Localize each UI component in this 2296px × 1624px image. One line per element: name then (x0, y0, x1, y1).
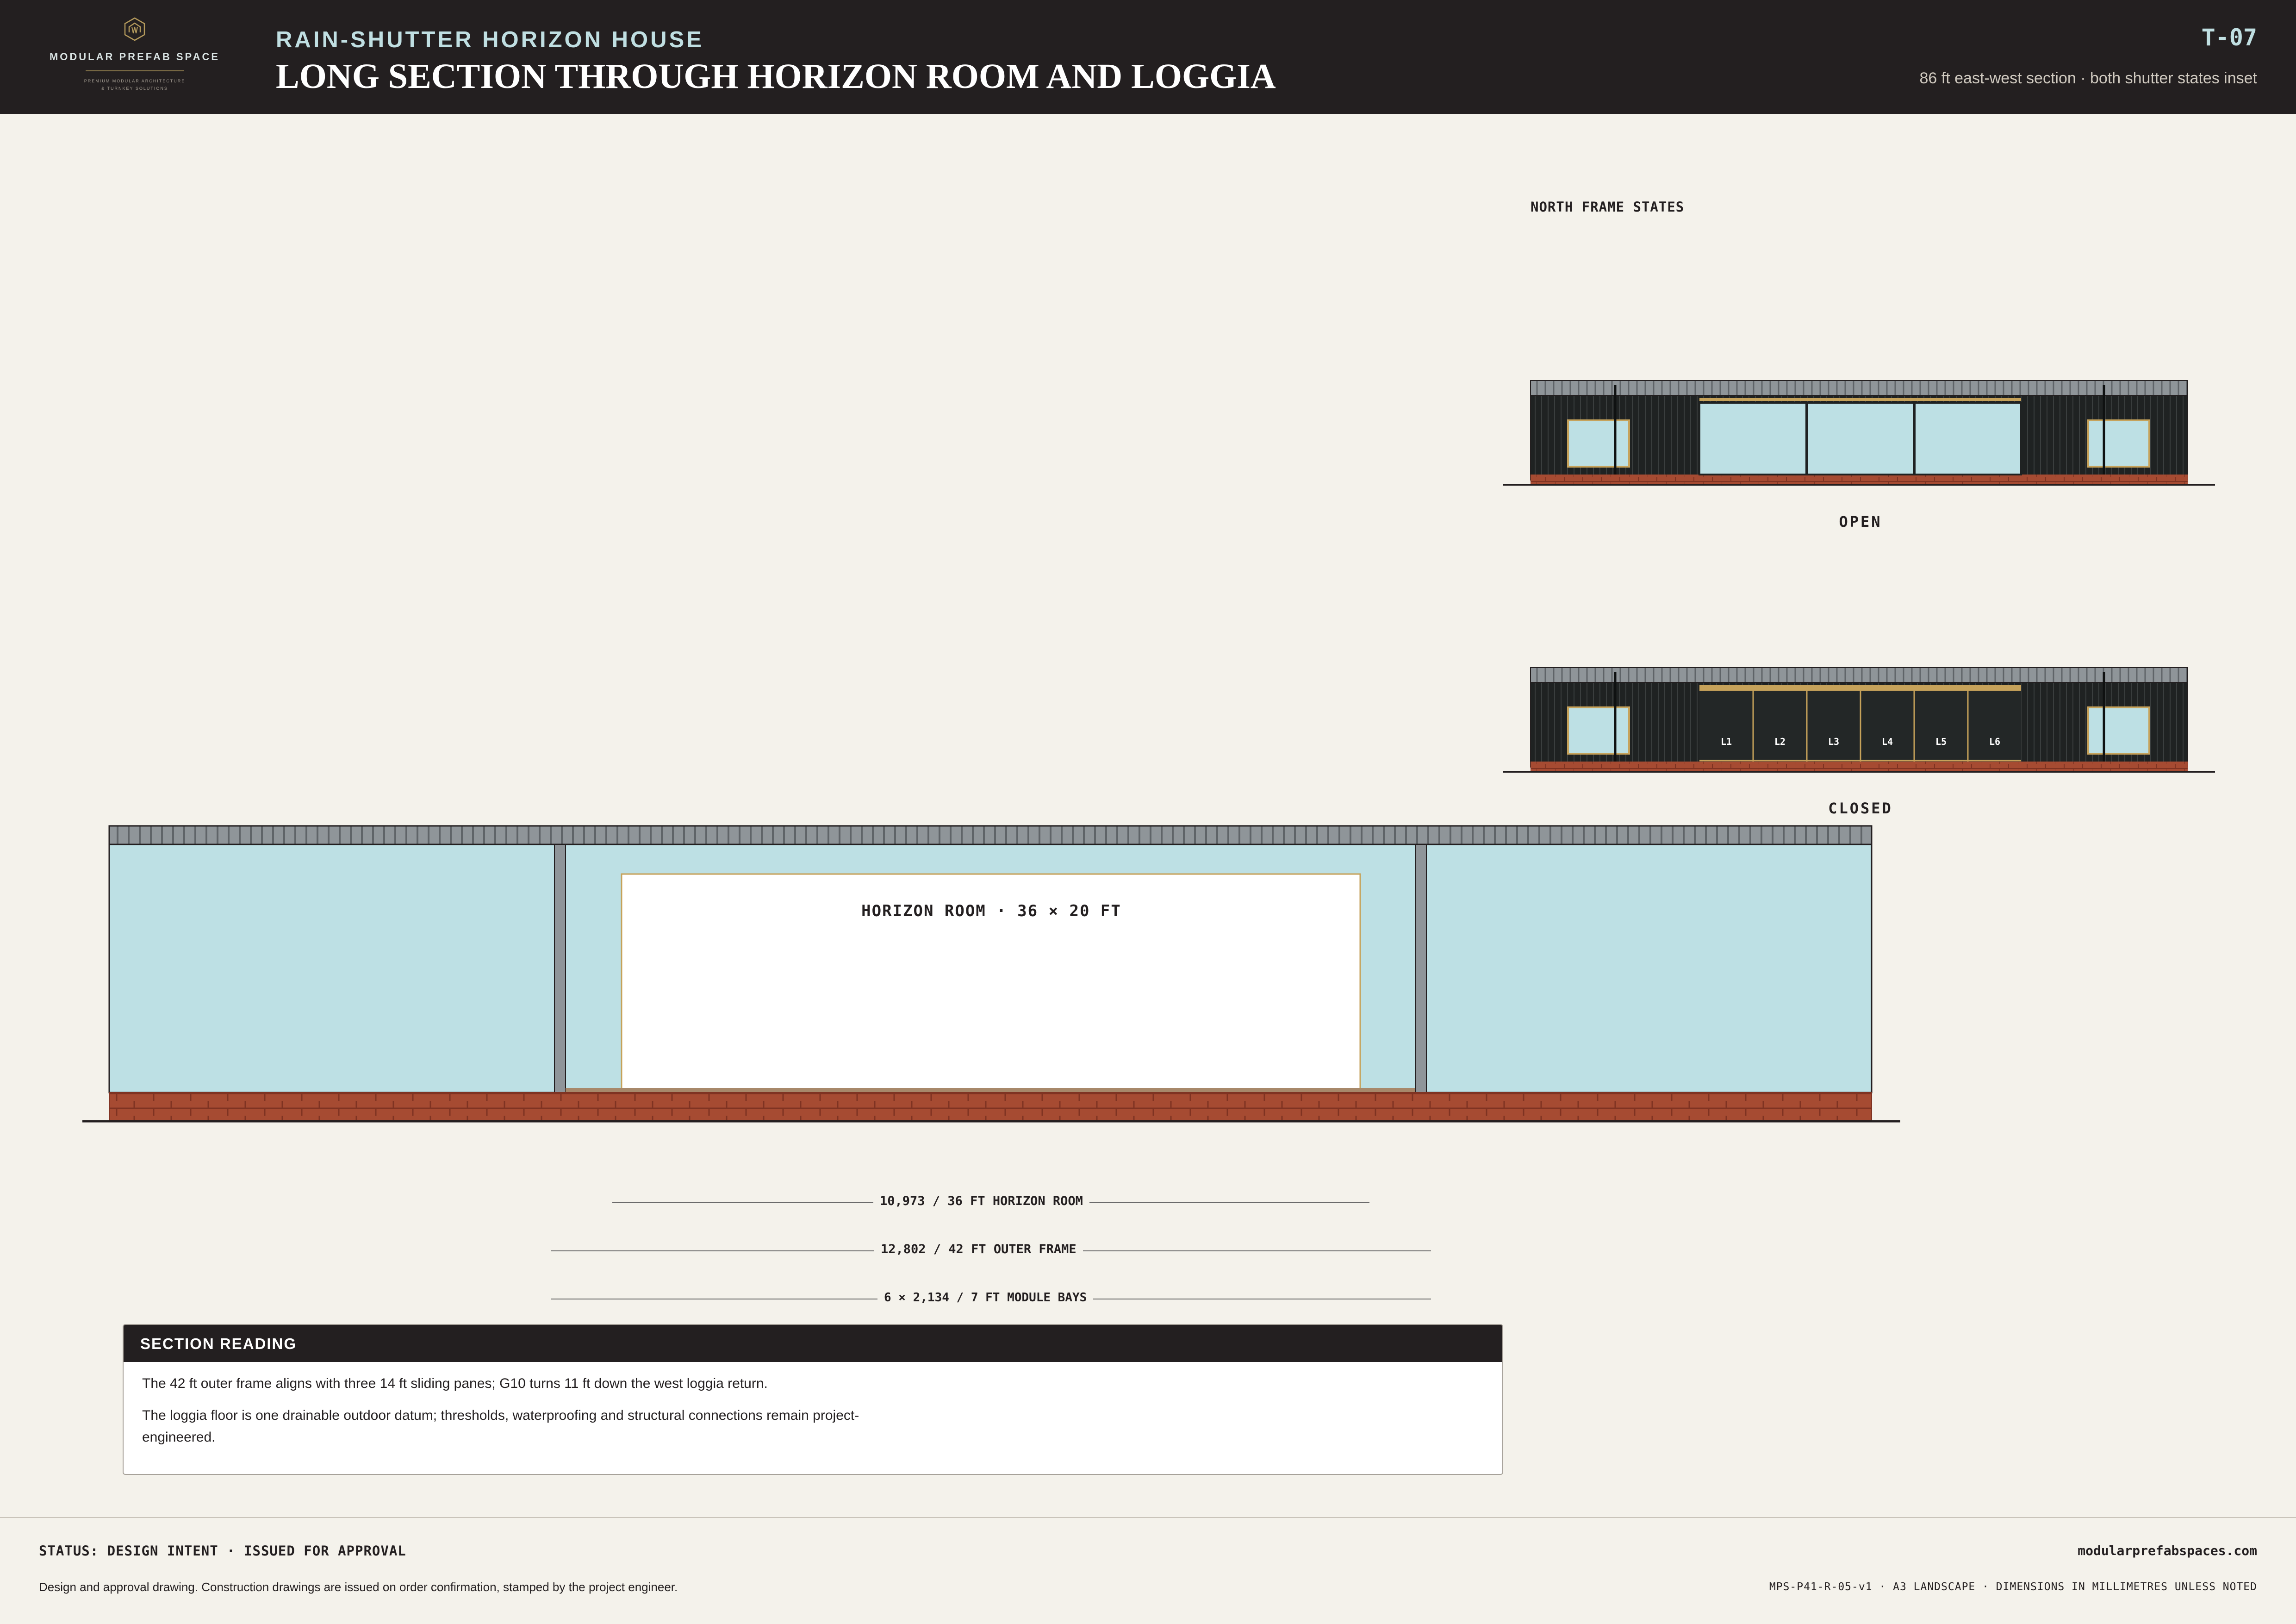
brand-name: MODULAR PREFAB SPACE (49, 51, 220, 62)
title-bar: MODULAR PREFAB SPACE PREMIUM MODULAR ARC… (0, 0, 2296, 114)
section-reading-text: The 42 ft outer frame aligns with three … (142, 1376, 768, 1391)
section-reading-header: SECTION READING (124, 1325, 1502, 1362)
louvre-label: L2 (1774, 736, 1786, 747)
document-code: MPS-P41-R-05-v1 · A3 LANDSCAPE · DIMENSI… (1769, 1581, 2257, 1593)
closed-state-elevation: L1 L2 L3 L4 L5 L6 (1503, 667, 2215, 773)
section-reading-title: SECTION READING (140, 1335, 297, 1352)
open-state-elevation (1503, 380, 2215, 486)
website-link[interactable]: modularprefabspaces.com (2078, 1543, 2257, 1558)
horizon-room-label: HORIZON ROOM · 36 × 20 FT (861, 902, 1121, 920)
outer-frame-dimension: 12,802 / 42 FT OUTER FRAME (874, 1242, 1083, 1256)
closed-state-label: CLOSED (1828, 800, 1893, 817)
open-state-label: OPEN (1839, 513, 1882, 531)
status-text: STATUS: DESIGN INTENT · ISSUED FOR APPRO… (39, 1543, 406, 1559)
louvre-label: L3 (1828, 736, 1839, 747)
louvre-label: L6 (1989, 736, 2000, 747)
horizon-room-dimension: 10,973 / 36 FT HORIZON ROOM (873, 1194, 1089, 1208)
louvre-label: L5 (1935, 736, 1947, 747)
brand-tagline-2: & TURNKEY SOLUTIONS (101, 86, 168, 91)
footer-note: Design and approval drawing. Constructio… (39, 1580, 678, 1594)
louvre-label: L1 (1721, 736, 1732, 747)
section-reading-text-2: The loggia floor is one drainable outdoo… (142, 1408, 859, 1445)
brand-tagline: PREMIUM MODULAR ARCHITECTURE (84, 79, 186, 83)
sheet-subtitle: 86 ft east-west section · both shutter s… (1919, 69, 2257, 87)
long-section-drawing (82, 825, 1900, 1123)
brand-divider (86, 70, 184, 71)
section-reading-panel: SECTION READING The 42 ft outer frame al… (123, 1324, 1503, 1475)
hexagon-house-icon (124, 17, 145, 41)
inset-heading: NORTH FRAME STATES (1531, 199, 1685, 215)
module-bays-dimension: 6 × 2,134 / 7 FT MODULE BAYS (877, 1291, 1094, 1305)
project-name: RAIN-SHUTTER HORIZON HOUSE (276, 27, 704, 52)
sheet-number: T-07 (2201, 24, 2257, 51)
sheet-title: LONG SECTION THROUGH HORIZON ROOM AND LO… (276, 57, 1276, 96)
footer-divider (0, 1517, 2296, 1518)
louvre-label: L4 (1882, 736, 1893, 747)
